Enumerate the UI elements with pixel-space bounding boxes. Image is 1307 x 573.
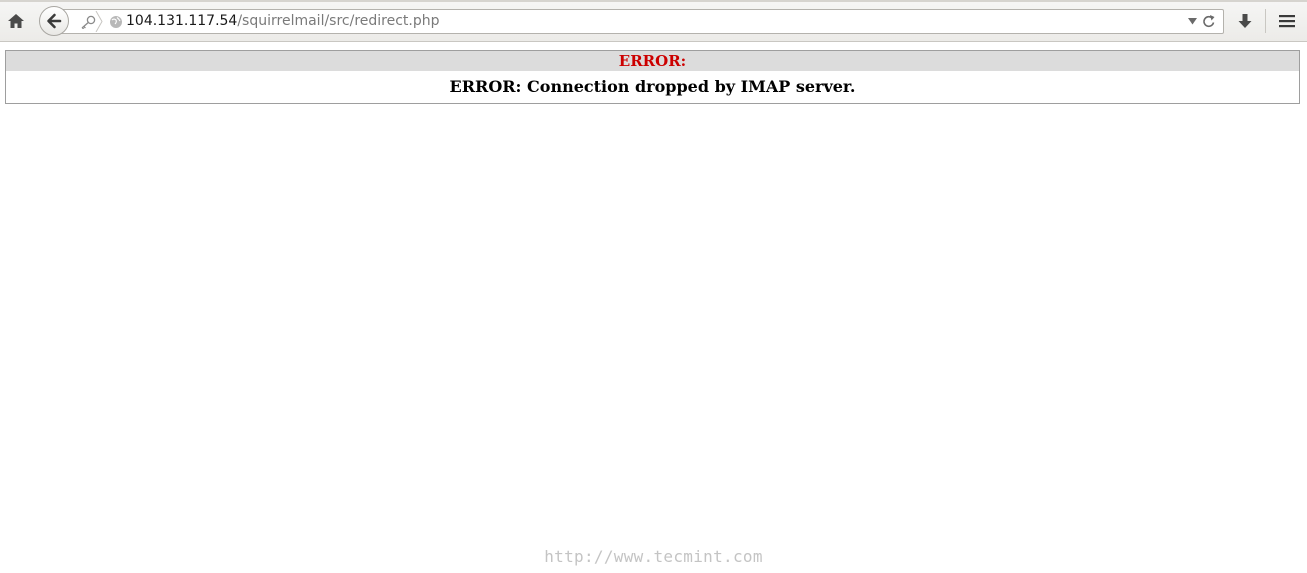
home-button[interactable]	[4, 9, 28, 33]
home-icon	[8, 14, 24, 28]
back-arrow-icon	[47, 13, 62, 29]
error-box: ERROR: ERROR: Connection dropped by IMAP…	[5, 50, 1300, 104]
downloads-button[interactable]	[1233, 10, 1257, 32]
error-message: ERROR: Connection dropped by IMAP server…	[449, 77, 856, 96]
browser-toolbar: 104.131.117.54/squirrelmail/src/redirect…	[0, 0, 1307, 42]
reload-icon[interactable]	[1202, 14, 1216, 29]
url-bar[interactable]: 104.131.117.54/squirrelmail/src/redirect…	[58, 9, 1224, 34]
url-text[interactable]: 104.131.117.54/squirrelmail/src/redirect…	[126, 13, 440, 30]
url-path: /squirrelmail/src/redirect.php	[237, 13, 440, 29]
identity-separator	[95, 11, 103, 32]
error-title: ERROR:	[6, 51, 1299, 71]
watermark: http://www.tecmint.com	[544, 547, 763, 566]
globe-icon	[110, 16, 122, 28]
menu-button[interactable]	[1275, 10, 1299, 32]
toolbar-separator	[1265, 9, 1266, 33]
download-icon	[1238, 13, 1252, 28]
chevron-down-icon[interactable]	[1188, 18, 1197, 25]
url-host: 104.131.117.54	[126, 13, 238, 29]
hamburger-menu-icon	[1279, 15, 1295, 28]
page-content: ERROR: ERROR: Connection dropped by IMAP…	[0, 42, 1307, 573]
tab-strip-edge	[0, 0, 1307, 2]
back-button[interactable]	[39, 6, 69, 36]
